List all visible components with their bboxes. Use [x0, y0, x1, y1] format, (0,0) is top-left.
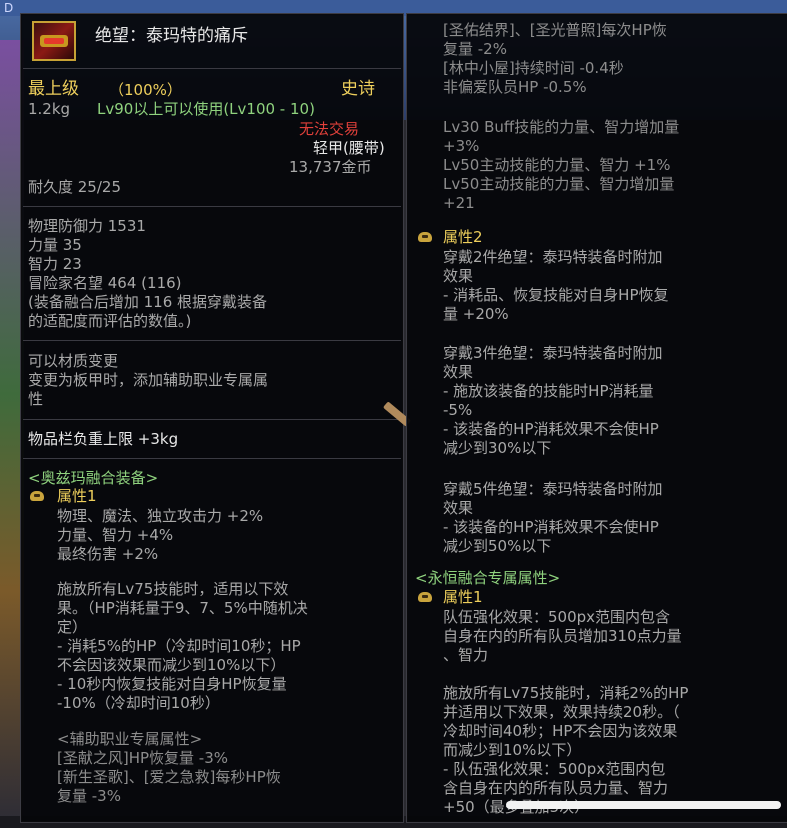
fusion-note-line-2: 的适配度而评估的数值。)	[28, 312, 192, 330]
fusion-equipment-header: <奥兹玛融合装备>	[28, 469, 159, 487]
item-durability: 耐久度 25/25	[28, 178, 121, 196]
set-effect-line: - 施放该装备的技能时HP消耗量	[443, 382, 654, 400]
eternal-fusion-header: <永恒融合专属属性>	[415, 569, 561, 587]
set-effect-line: 效果	[443, 363, 474, 381]
support-class-line: 复量 -3%	[57, 787, 121, 805]
material-change-desc-2: 性	[28, 390, 44, 408]
eternal-effect-line: 含自身在内的所有队员力量、智力	[443, 779, 669, 797]
set-effect-line: 穿戴5件绝望：泰玛特装备时附加	[443, 480, 663, 498]
lv75-effect-line: 定）	[57, 618, 88, 636]
attribute-1-line: 物理、魔法、独立攻击力 +2%	[57, 507, 264, 525]
eternal-effect-line: 施放所有Lv75技能时，消耗2%的HP	[443, 684, 689, 702]
buff-line: +21	[443, 194, 475, 212]
item-name: 绝望：泰玛特的痛斥	[95, 26, 248, 46]
buff-line: Lv50主动技能的力量、智力增加量	[443, 175, 675, 193]
set-effect-line: 减少到30%以下	[443, 439, 552, 457]
divider	[23, 206, 401, 207]
support-class-header: <辅助职业专属属性>	[57, 730, 203, 748]
material-change-desc-1: 变更为板甲时，添加辅助职业专属属	[28, 371, 269, 389]
attribute-bullet-icon	[417, 590, 435, 604]
divider	[23, 340, 401, 341]
eternal-effect-line: - 队伍强化效果：500px范围内包	[443, 760, 666, 778]
lv75-effect-line: - 消耗5%的HP（冷却时间10秒；HP	[57, 637, 301, 655]
eternal-attribute-label: 属性1	[443, 588, 483, 606]
buff-line: Lv30 Buff技能的力量、智力增加量	[443, 118, 680, 136]
lv75-effect-line: 果。（HP消耗量于9、7、5%中随机决	[57, 599, 308, 617]
item-rarity: 史诗	[341, 79, 375, 99]
support-class-line: 复量 -2%	[443, 40, 507, 58]
eternal-effect-line: 自身在内的所有队员增加310点力量	[443, 627, 682, 645]
divider	[23, 68, 401, 69]
stat-physical-defense: 物理防御力 1531	[28, 217, 146, 235]
lv75-effect-line: - 10秒内恢复技能对自身HP恢复量	[57, 675, 287, 693]
set-effect-line: 效果	[443, 499, 474, 517]
attribute-2-label: 属性2	[443, 228, 483, 246]
attribute-bullet-icon	[29, 489, 47, 503]
eternal-effect-line: 、智力	[443, 646, 489, 664]
item-tooltip-left-panel: 绝望：泰玛特的痛斥 最上级 （100%） 史诗 1.2kg Lv90以上可以使用…	[20, 13, 404, 823]
lv75-effect-line: -10%（冷却时间10秒）	[57, 694, 220, 712]
support-class-line: [圣佑结界]、[圣光普照]每次HP恢	[443, 21, 667, 39]
eternal-effect-line: 并适用以下效果，效果持续20秒。（	[443, 703, 680, 721]
lv75-effect-line: 不会因该效果而减少到10%以下）	[57, 656, 286, 674]
buff-line: Lv50主动技能的力量、智力 +1%	[443, 156, 671, 174]
divider	[23, 458, 401, 459]
item-tooltip-right-panel: [圣佑结界]、[圣光普照]每次HP恢 复量 -2% [林中小屋]持续时间 -0.…	[406, 13, 787, 823]
material-change-label: 可以材质变更	[28, 352, 119, 370]
attribute-1-label: 属性1	[57, 487, 97, 505]
eternal-effect-line: 而减少到10%以下）	[443, 741, 582, 759]
set-effect-line: 穿戴2件绝望：泰玛特装备时附加	[443, 248, 663, 266]
support-class-line: [林中小屋]持续时间 -0.4秒	[443, 59, 624, 77]
item-grade-percent: （100%）	[109, 81, 182, 99]
set-effect-line: - 该装备的HP消耗效果不会使HP	[443, 420, 659, 438]
support-class-line: 非偏爱队员HP -0.5%	[443, 78, 587, 96]
item-icon	[32, 21, 76, 61]
fusion-note-line-1: (装备融合后增加 116 根据穿戴装备	[28, 293, 268, 311]
item-trade-status: 无法交易	[299, 120, 360, 138]
set-effect-line: 效果	[443, 267, 474, 285]
item-price: 13,737金币	[289, 158, 372, 176]
set-effect-line: -5%	[443, 401, 473, 419]
set-effect-line: 减少到50%以下	[443, 537, 552, 555]
item-grade: 最上级	[28, 79, 79, 99]
attribute-1-line: 最终伤害 +2%	[57, 545, 159, 563]
attribute-1-line: 力量、智力 +4%	[57, 526, 174, 544]
stat-intelligence: 智力 23	[28, 255, 82, 273]
item-weight: 1.2kg	[28, 100, 71, 118]
support-class-line: [新生圣歌]、[爱之急救]每秒HP恢	[57, 768, 281, 786]
set-effect-line: 量 +20%	[443, 305, 509, 323]
eternal-effect-line: 队伍强化效果：500px范围内包含	[443, 608, 671, 626]
item-level-requirement: Lv90以上可以使用(Lv100 - 10)	[97, 100, 315, 118]
buff-line: +3%	[443, 137, 480, 155]
inventory-weight-bonus: 物品栏负重上限 +3kg	[28, 430, 179, 448]
stat-adventurer-fame: 冒险家名望 464 (116)	[28, 274, 182, 292]
attribute-bullet-icon	[417, 230, 435, 244]
divider	[23, 419, 401, 420]
set-effect-line: - 消耗品、恢复技能对自身HP恢复	[443, 286, 669, 304]
horizontal-scrollbar[interactable]	[506, 801, 781, 809]
stat-strength: 力量 35	[28, 236, 82, 254]
lv75-effect-line: 施放所有Lv75技能时，适用以下效	[57, 580, 289, 598]
eternal-effect-line: 冷却时间40秒；HP不会因为该效果	[443, 722, 678, 740]
set-effect-line: - 该装备的HP消耗效果不会使HP	[443, 518, 659, 536]
support-class-line: [圣献之风]HP恢复量 -3%	[57, 749, 229, 767]
set-effect-line: 穿戴3件绝望：泰玛特装备时附加	[443, 344, 663, 362]
item-type: 轻甲(腰带)	[313, 139, 385, 157]
